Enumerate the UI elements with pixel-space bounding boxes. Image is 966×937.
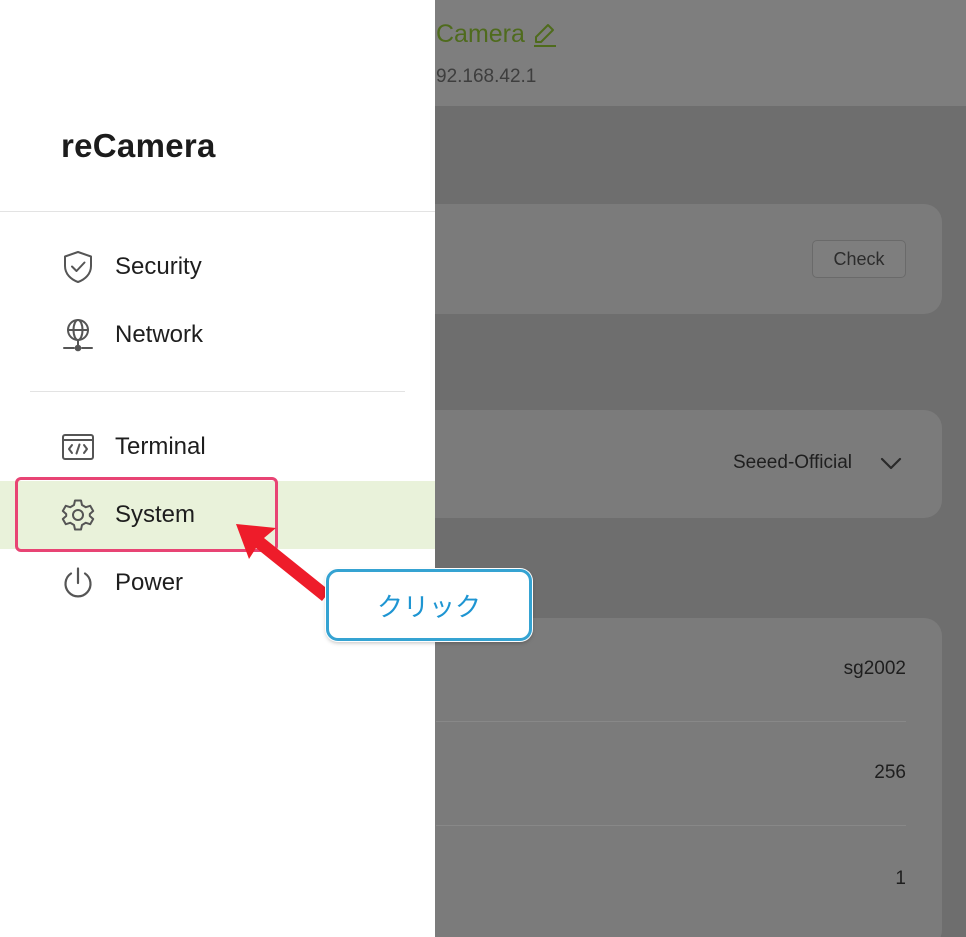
sidebar-item-terminal[interactable]: Terminal [0,413,435,481]
device-name-heading[interactable]: Camera [436,20,559,49]
sidebar-drawer: reCamera Security Network Terminal Syste… [0,0,435,937]
sidebar-item-security[interactable]: Security [0,233,435,301]
edit-pencil-icon[interactable] [531,21,559,49]
channel-select-value: Seeed-Official [733,452,852,473]
drawer-divider [30,391,405,392]
info-row-value: 256 [874,762,906,783]
info-row-value: 1 [895,868,906,889]
channel-select[interactable]: Seeed-Official [733,448,906,478]
info-row: 256 [436,722,906,826]
drawer-title: reCamera [61,127,216,164]
sidebar-item-label: Terminal [115,433,206,460]
sidebar-item-network[interactable]: Network [0,301,435,369]
power-icon [60,565,96,601]
network-globe-icon [60,317,96,353]
info-row: 1 [436,826,906,930]
device-name-text: Camera [436,20,525,48]
sidebar-item-label: Security [115,253,202,280]
check-update-button[interactable]: Check [812,240,906,278]
shield-check-icon [60,249,96,285]
terminal-icon [60,429,96,465]
device-ip-address: 92.168.42.1 [436,66,537,87]
annotation-highlight-box [15,477,278,552]
sidebar-item-label: Network [115,321,204,348]
sidebar-item-label: Power [115,569,184,596]
drawer-divider [0,211,435,212]
chevron-down-icon [876,448,906,478]
info-row-value: sg2002 [843,658,906,679]
annotation-callout: クリック [326,569,532,641]
